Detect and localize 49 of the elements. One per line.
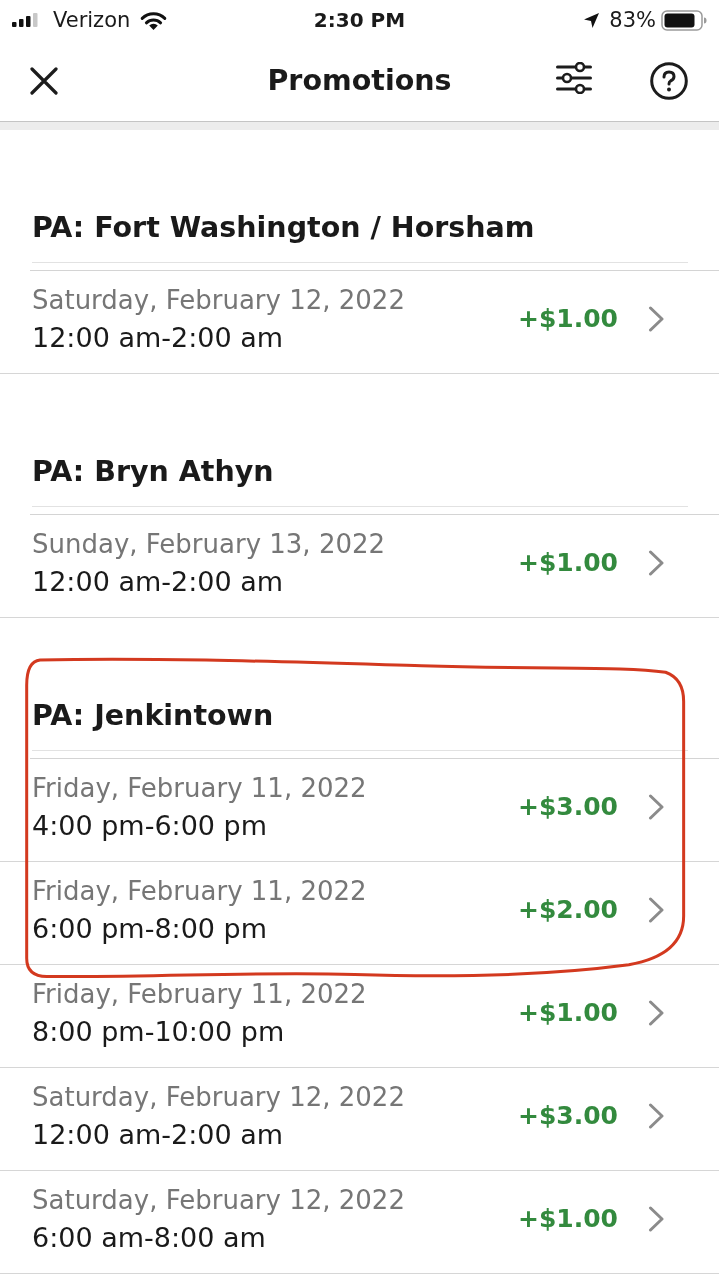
bonus-amount: +$1.00 [517,303,618,335]
promotion-time: 12:00 am-2:00 am [32,1118,284,1152]
promotion-date: Friday, February 11, 2022 [32,772,367,805]
promotion-time: 4:00 pm-6:00 pm [32,809,268,843]
help-icon [650,62,688,100]
bonus-amount: +$1.00 [517,997,618,1029]
bonus-amount: +$3.00 [517,791,618,823]
section-title: PA: Fort Washington / Horsham [32,210,535,246]
promotion-time: 12:00 am-2:00 am [32,321,284,355]
chevron-icon [648,550,665,576]
promotion-date: Saturday, February 12, 2022 [32,1184,405,1217]
promotion-row[interactable]: Saturday, February 12, 2022 6:00 am-8:00 am +$1.00 [0,1171,719,1274]
promotion-row[interactable]: Saturday, February 12, 2022 12:00 am-2:00 am +$1.00 [0,271,719,374]
section-title: PA: Bryn Athyn [32,454,274,490]
bonus-amount: +$1.00 [517,547,618,579]
promotion-date: Friday, February 11, 2022 [32,875,367,908]
close-icon [30,67,58,95]
promotion-date: Friday, February 11, 2022 [32,978,367,1011]
promotion-time: 6:00 pm-8:00 pm [32,912,268,946]
chevron-icon [648,1103,665,1129]
wifi-icon [140,10,168,30]
carrier-name: Verizon [53,8,131,32]
promotion-row[interactable]: Saturday, February 12, 2022 12:00 am-2:00 am +$3.00 [0,1068,719,1171]
battery-icon [661,9,707,31]
battery-percentage: 83% [609,8,656,32]
bonus-amount: +$1.00 [517,1203,618,1235]
bonus-amount: +$2.00 [517,894,618,926]
chevron-icon [648,1000,665,1026]
promotion-row[interactable]: Friday, February 11, 2022 8:00 pm-10:00 pm +$1.00 [0,965,719,1068]
chevron-icon [648,1206,665,1232]
bonus-amount: +$3.00 [517,1100,618,1132]
promotion-row[interactable]: Friday, February 11, 2022 6:00 pm-8:00 pm +$2.00 [0,862,719,965]
promotion-date: Sunday, February 13, 2022 [32,528,386,561]
status-time: 2:30 PM [313,8,406,32]
promotion-time: 6:00 am-8:00 am [32,1221,266,1255]
section-title: PA: Jenkintown [32,698,274,734]
chevron-icon [648,794,665,820]
promotion-date: Saturday, February 12, 2022 [32,1081,405,1114]
chevron-icon [648,897,665,923]
location-arrow-icon [584,12,600,28]
promotion-row[interactable]: Friday, February 11, 2022 4:00 pm-6:00 pm +$3.00 [0,759,719,862]
chevron-icon [648,306,665,332]
sliders-icon [556,62,592,94]
page-title: Promotions [267,63,452,99]
promotion-row[interactable]: Sunday, February 13, 2022 12:00 am-2:00 am +$1.00 [0,515,719,618]
promotion-time: 12:00 am-2:00 am [32,565,284,599]
signal-icon [12,13,38,27]
promotion-time: 8:00 pm-10:00 pm [32,1015,285,1049]
promotion-date: Saturday, February 12, 2022 [32,284,405,317]
